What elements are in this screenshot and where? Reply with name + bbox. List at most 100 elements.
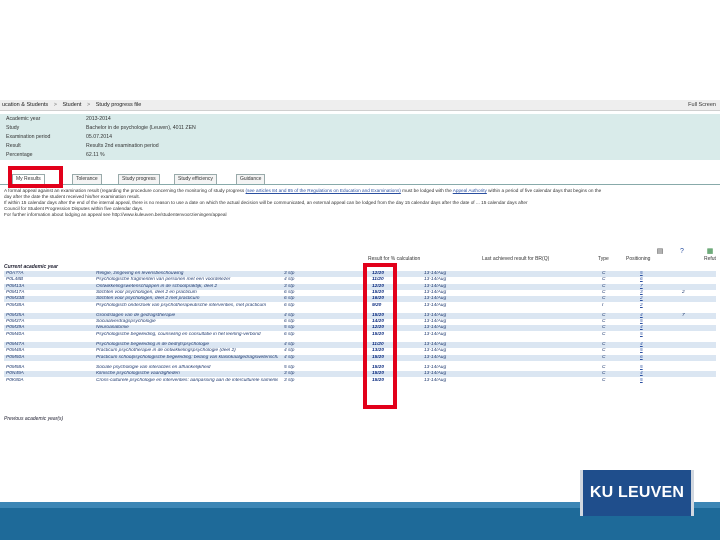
table-row: P0M35A Grondslagen van de gedragstherapie… [4, 312, 716, 319]
cell-ects: 6 stp [284, 302, 295, 308]
cell-code: P0L48B [6, 277, 24, 283]
cell-code: P0M39A [6, 325, 25, 331]
cell-name: Practicum schoolpsychologische begeleidi… [96, 354, 278, 360]
cell-type: C [602, 342, 606, 347]
cell-pos[interactable]: 6 [640, 277, 650, 283]
info-value: Bachelor in de psychologie (Leuven), 401… [86, 125, 196, 131]
cell-score: 12/20 [372, 325, 385, 331]
cell-ects: 4 stp [284, 348, 295, 354]
info-label: Result [6, 143, 21, 149]
info-label: Academic year [6, 116, 41, 122]
cell-type: C [602, 312, 606, 318]
cell-pos[interactable]: 3 [640, 290, 650, 296]
cell-type: C [602, 377, 606, 383]
cell-pos[interactable]: 4 [640, 325, 650, 331]
cell-pos[interactable]: 7 [640, 284, 650, 290]
screenshot-area: ucation & Students > Student > Study pro… [0, 96, 720, 436]
cell-code: P0M50A [6, 354, 25, 360]
tab-bar: My Results Tolerance Study progress Stud… [0, 172, 720, 185]
table-row: P0M40A Psychologische begeleiding, counse… [4, 332, 716, 338]
col-header-type[interactable]: Type [598, 256, 609, 262]
cell-score: 11/20 [372, 342, 384, 347]
cell-score: 16/20 [372, 296, 385, 302]
cell-code: P0M17A [6, 289, 25, 295]
breadcrumb-item[interactable]: Student [62, 102, 81, 108]
cell-type: C [602, 371, 606, 377]
cell-period: 13-14/Aug [424, 348, 447, 354]
cell-score: 15/20 [372, 312, 385, 318]
cell-period: 13-14/Aug [424, 277, 447, 283]
cell-pos[interactable]: 2 [640, 296, 650, 302]
cell-ects: 4 stp [284, 312, 295, 318]
cell-pos[interactable]: 5 [640, 271, 650, 277]
cell-type: C [602, 325, 606, 331]
cell-score: 15/20 [372, 354, 385, 360]
cell-code: P0M35A [6, 312, 25, 318]
full-screen-link[interactable]: Full Screen [688, 100, 716, 110]
breadcrumb-separator: > [86, 102, 91, 108]
cell-name: Neuroanatomie [96, 325, 129, 331]
logo-text: KU LEUVEN [589, 484, 685, 501]
cell-period: 13-14/Aug [424, 331, 447, 337]
cell-score: 13/20 [372, 348, 385, 354]
table-row: P0M47A Psychologische begeleiding in de b… [4, 342, 716, 348]
tab-study-efficiency[interactable]: Study efficiency [174, 174, 217, 184]
cell-pos[interactable]: 4 [640, 371, 650, 377]
cell-extra: 7 [682, 312, 685, 318]
table-row: P0N49A Klinische psychologische vaardighe… [4, 371, 716, 378]
table-row: P0M37A Sociaalverdragspsychologie 6 stp 14/… [4, 319, 716, 325]
cell-pos[interactable]: 5 [640, 319, 650, 325]
col-header-refund[interactable]: Refut [704, 256, 716, 262]
cell-pos[interactable]: 5 [640, 348, 650, 354]
appeal-authority-link[interactable]: Appeal Authority [453, 188, 487, 193]
section-current-year: Current academic year [4, 264, 58, 270]
breadcrumb-item[interactable]: Study progress file [96, 102, 142, 108]
cell-ects: 4 stp [284, 342, 295, 347]
info-row: Examination period 05.07.2014 [6, 133, 112, 141]
cell-period: 13-14/Aug [424, 377, 447, 383]
cell-code: P0M58A [6, 364, 25, 370]
info-label: Study [6, 125, 20, 131]
info-label: Examination period [6, 134, 51, 140]
cell-period: 13-14/Aug [424, 312, 447, 318]
tab-my-results[interactable]: My Results [12, 174, 45, 184]
col-header-positioning[interactable]: Positioning [626, 256, 650, 262]
table-row: P0M50A Practicum schoolpsychologische beg… [4, 354, 716, 361]
cell-pos[interactable]: 4 [640, 313, 650, 319]
note-line: For further information about lodging an… [4, 212, 227, 217]
cell-ects: 4 stp [284, 354, 295, 360]
cell-pos[interactable]: 6 [640, 355, 650, 361]
cell-pos[interactable]: 5 [640, 332, 650, 338]
table-row: P0M48A Practicum psychotherapie in de ont… [4, 348, 716, 354]
cell-name: Grondslagen van de gedragstherapie [96, 312, 176, 318]
tab-tolerance[interactable]: Tolerance [72, 174, 102, 184]
table-row: P0M13A Ontwikkelingswetenschappen in de s… [4, 283, 716, 290]
cell-period: 13-14/Aug [424, 325, 447, 331]
col-header-last-result[interactable]: Last achieved result for BR(Q) [482, 256, 549, 262]
section-previous-years[interactable]: Previous academic year(s) [4, 416, 63, 422]
cell-name: Sociaalverdragspsychologie [96, 319, 156, 325]
info-value: 05.07.2014 [86, 134, 112, 140]
cell-type: C [602, 319, 606, 325]
cell-ects: 3 stp [284, 371, 295, 377]
col-header-result[interactable]: Result for % calculation [368, 256, 420, 262]
breadcrumb-item[interactable]: ucation & Students [2, 102, 48, 108]
cell-pos[interactable]: 2 [640, 303, 650, 309]
cell-name: Ontwikkelingswetenschappen in de schoolp… [96, 283, 218, 289]
cell-pos[interactable]: 5 [640, 365, 650, 371]
cell-ects: 3 stp [284, 271, 295, 276]
cell-score: 15/20 [372, 289, 385, 295]
cell-period: 13-14/Aug [424, 342, 447, 347]
cell-score: 9/20 [372, 302, 382, 308]
tab-guidance[interactable]: Guidance [236, 174, 266, 184]
student-info-panel: Academic year 2013-2014 Study Bachelor in … [0, 114, 720, 160]
cell-name: Psychologische fragmenten van personen m… [96, 277, 231, 283]
cell-ects: 5 stp [284, 364, 295, 370]
tab-study-progress[interactable]: Study progress [118, 174, 160, 184]
cell-code: P0M13A [6, 283, 25, 289]
breadcrumb-separator: > [53, 102, 57, 108]
cell-pos[interactable]: 4 [640, 342, 650, 348]
regulations-link[interactable]: (see articles 84 and 85 of the Regulatio… [246, 188, 401, 193]
cell-pos[interactable]: 5 [640, 378, 650, 384]
breadcrumb: ucation & Students > Student > Study pro… [0, 100, 720, 111]
